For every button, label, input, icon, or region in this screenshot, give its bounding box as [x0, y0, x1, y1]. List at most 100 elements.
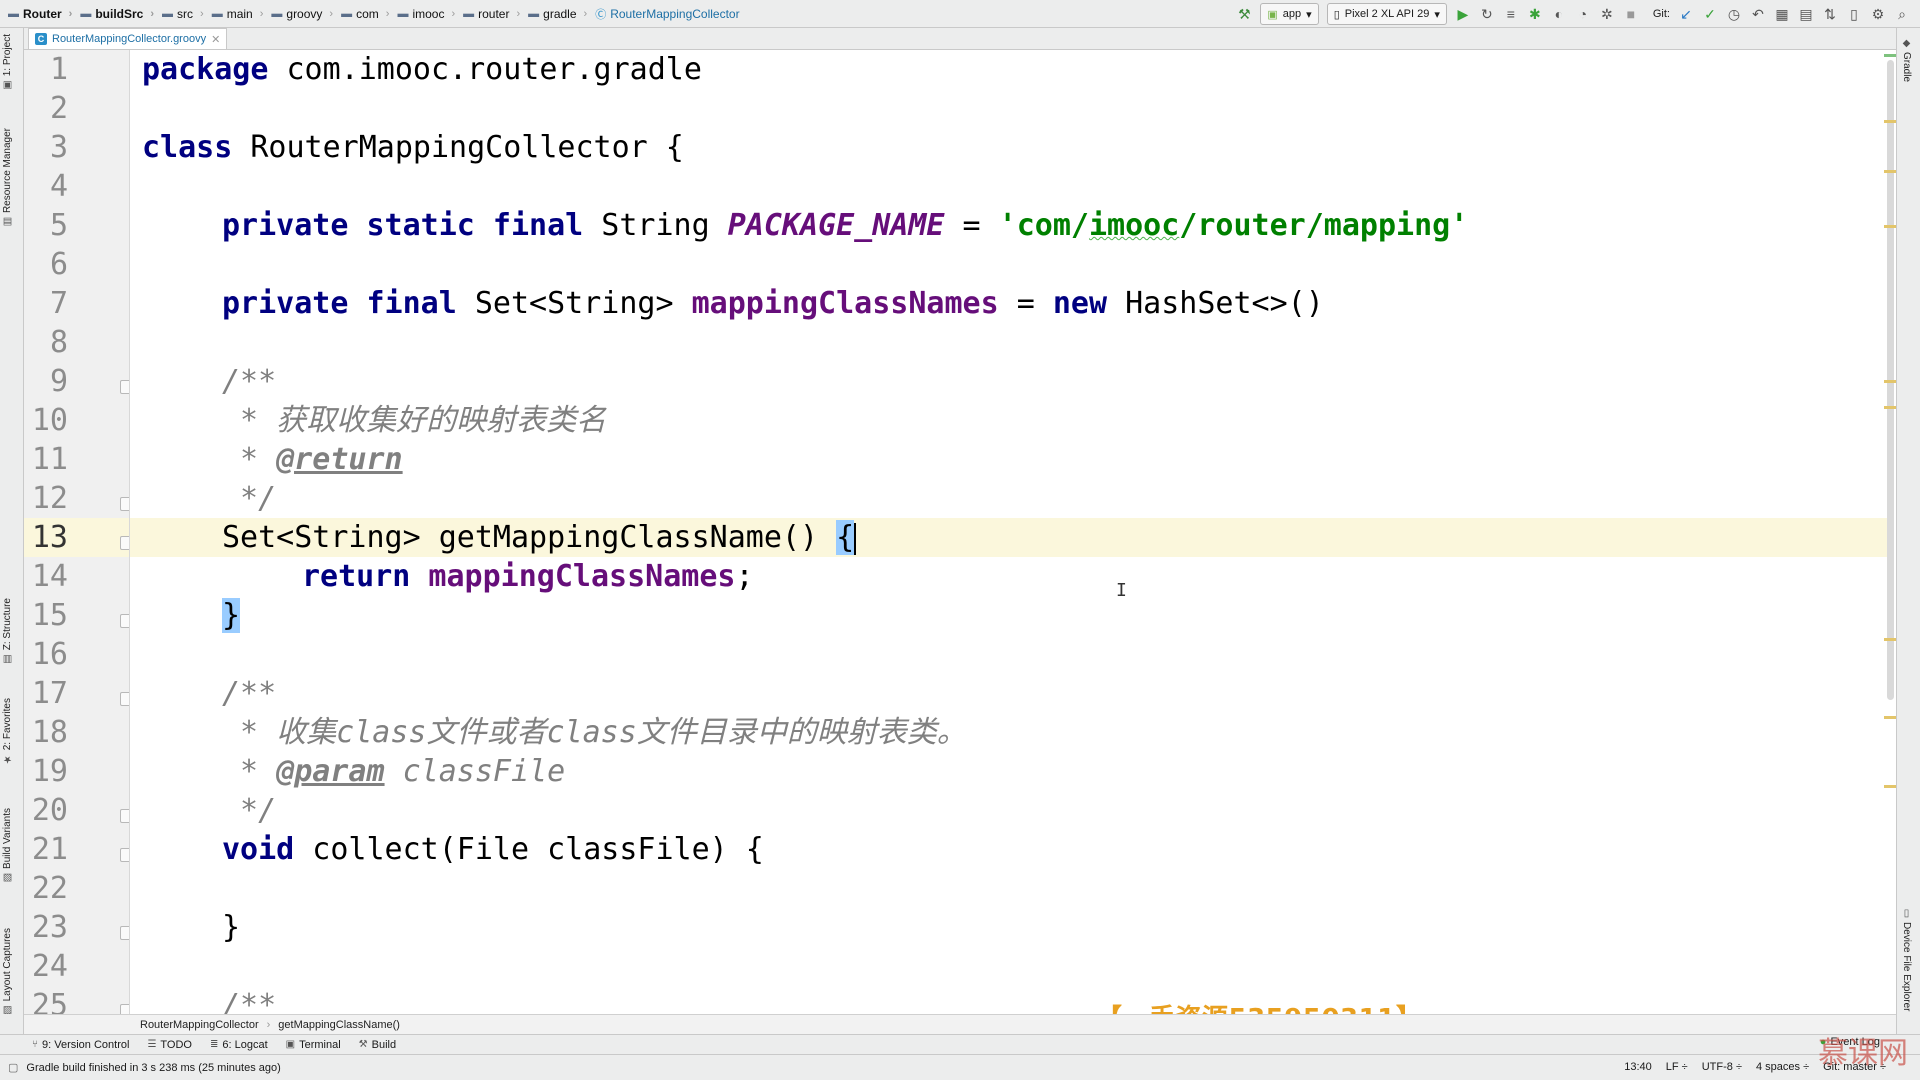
- todo-tool-tab[interactable]: ☰ TODO: [147, 1039, 192, 1051]
- brand-logo: 慕课网: [1818, 1036, 1908, 1071]
- tab-router-mapping-collector[interactable]: C RouterMappingCollector.groovy ✕: [28, 28, 228, 49]
- line-number: 22: [31, 871, 68, 906]
- apply-code-changes-icon[interactable]: ≡: [1499, 3, 1523, 25]
- editor-gutter[interactable]: 1 2 3 4 5 6 7 8 9 10 11 12 13 14 15 16 1…: [24, 50, 130, 1014]
- matched-brace: {: [836, 520, 855, 555]
- layout-captures-tool-tab[interactable]: ▨ Layout Captures: [2, 928, 13, 1015]
- right-tool-strip: ◆ Gradle ▯ Device File Explorer: [1896, 28, 1920, 1044]
- close-icon[interactable]: ✕: [211, 33, 220, 46]
- code-line: return mappingClassNames;: [302, 559, 754, 594]
- code-line: class RouterMappingCollector {: [142, 130, 684, 165]
- folder-icon: ▬: [162, 7, 174, 20]
- code-line: }: [222, 596, 241, 635]
- device-file-explorer-tool-tab[interactable]: ▯ Device File Explorer: [1901, 908, 1912, 1011]
- fold-marker[interactable]: [120, 926, 129, 940]
- gradle-tool-tab[interactable]: ◆ Gradle: [1901, 38, 1912, 82]
- fold-marker[interactable]: [120, 848, 129, 862]
- line-number: 3: [49, 130, 68, 165]
- structure-tool-tab[interactable]: ▥ Z: Structure: [2, 598, 13, 664]
- indent-setting[interactable]: 4 spaces ÷: [1756, 1061, 1809, 1073]
- profile-icon[interactable]: ◔: [1571, 3, 1595, 25]
- search-icon[interactable]: ⌕: [1890, 3, 1914, 25]
- breadcrumb-item[interactable]: ▬ main ›: [204, 7, 264, 21]
- sdk-manager-icon[interactable]: ▤: [1794, 3, 1818, 25]
- breadcrumb-item[interactable]: ▬ imooc ›: [389, 7, 455, 21]
- groovy-file-icon: C: [35, 33, 47, 45]
- run-icon[interactable]: ▶: [1451, 3, 1475, 25]
- structure-crumb[interactable]: RouterMappingCollector: [140, 1019, 259, 1031]
- inspection-status-icon[interactable]: [1884, 54, 1896, 57]
- breadcrumb-item[interactable]: ▬ router ›: [455, 7, 520, 21]
- line-number: 5: [49, 208, 68, 243]
- device-manager-icon[interactable]: ⚙: [1866, 3, 1890, 25]
- status-message[interactable]: Gradle build finished in 3 s 238 ms (25 …: [26, 1062, 280, 1074]
- file-encoding[interactable]: UTF-8 ÷: [1702, 1061, 1742, 1073]
- breadcrumb-item-current[interactable]: Ⓒ RouterMappingCollector: [587, 6, 739, 22]
- breadcrumb-item[interactable]: ▬ src ›: [154, 7, 204, 21]
- project-tool-tab[interactable]: ▣ 1: Project: [2, 34, 13, 90]
- attach-debugger-icon[interactable]: ✲: [1595, 3, 1619, 25]
- line-number: 6: [49, 247, 68, 282]
- line-number: 18: [31, 715, 68, 750]
- breadcrumb-item[interactable]: ▬ Router ›: [0, 7, 72, 21]
- git-rollback-icon[interactable]: ↶: [1746, 3, 1770, 25]
- capture-icon: ▨: [2, 1004, 13, 1016]
- device-select[interactable]: ▯ Pixel 2 XL API 29 ▾: [1326, 3, 1447, 25]
- git-update-icon[interactable]: ↙: [1674, 3, 1698, 25]
- stripe-mark[interactable]: [1884, 170, 1896, 173]
- fold-marker[interactable]: [120, 1004, 129, 1014]
- breadcrumb-item[interactable]: ▬ gradle ›: [520, 7, 587, 21]
- stripe-mark[interactable]: [1884, 120, 1896, 123]
- breadcrumb-item[interactable]: ▬ buildSrc ›: [72, 7, 154, 21]
- code-line: */: [222, 481, 277, 516]
- version-control-tool-tab[interactable]: ⑂ 9: Version Control: [32, 1039, 129, 1051]
- git-commit-icon[interactable]: ✓: [1698, 3, 1722, 25]
- sync-gradle-icon[interactable]: ⇅: [1818, 3, 1842, 25]
- fold-marker[interactable]: [120, 536, 129, 550]
- structure-crumb[interactable]: getMappingClassName(): [278, 1019, 400, 1031]
- terminal-tool-tab[interactable]: ▣ Terminal: [286, 1039, 341, 1051]
- code-editor[interactable]: package com.imooc.router.gradle class Ro…: [130, 50, 1888, 1014]
- line-number: 16: [31, 637, 68, 672]
- fold-marker[interactable]: [120, 497, 129, 511]
- git-label: Git:: [1652, 8, 1670, 20]
- project-structure-icon[interactable]: ▦: [1770, 3, 1794, 25]
- status-panel-icon[interactable]: ▢: [8, 1061, 18, 1074]
- fold-marker[interactable]: [120, 692, 129, 706]
- stripe-mark[interactable]: [1884, 638, 1896, 641]
- hammer-icon[interactable]: ⚒: [1232, 3, 1256, 25]
- favorites-tool-tab[interactable]: ★ 2: Favorites: [2, 698, 13, 764]
- line-number: 1: [49, 52, 68, 87]
- fold-marker[interactable]: [120, 809, 129, 823]
- line-number: 2: [49, 91, 68, 126]
- breadcrumb-item[interactable]: ▬ com ›: [333, 7, 389, 21]
- stripe-mark[interactable]: [1884, 785, 1896, 788]
- debug-icon[interactable]: ✱: [1523, 3, 1547, 25]
- stop-icon[interactable]: ■: [1619, 3, 1643, 25]
- coverage-icon[interactable]: ◐: [1547, 3, 1571, 25]
- stripe-mark[interactable]: [1884, 406, 1896, 409]
- code-line: /**: [222, 988, 277, 1014]
- caret-position[interactable]: 13:40: [1624, 1061, 1652, 1073]
- logcat-icon: ≣: [209, 1039, 219, 1050]
- resource-manager-tool-tab[interactable]: ▤ Resource Manager: [2, 128, 13, 227]
- device-icon: ▯: [1901, 908, 1912, 919]
- logcat-tool-tab[interactable]: ≣ 6: Logcat: [210, 1039, 268, 1051]
- android-icon: ▣: [1267, 8, 1278, 21]
- git-history-icon[interactable]: ◷: [1722, 3, 1746, 25]
- breadcrumb-item[interactable]: ▬ groovy ›: [263, 7, 333, 21]
- build-tool-tab[interactable]: ⚒ Build: [359, 1039, 396, 1051]
- stripe-mark[interactable]: [1884, 716, 1896, 719]
- build-variants-tool-tab[interactable]: ▧ Build Variants: [2, 808, 13, 883]
- fold-marker[interactable]: [120, 614, 129, 628]
- apply-changes-icon[interactable]: ↻: [1475, 3, 1499, 25]
- avd-manager-icon[interactable]: ▯: [1842, 3, 1866, 25]
- folder-icon: ▬: [8, 7, 19, 20]
- fold-marker[interactable]: [120, 380, 129, 394]
- stripe-mark[interactable]: [1884, 380, 1896, 383]
- stripe-mark[interactable]: [1884, 225, 1896, 228]
- line-number: 25: [31, 988, 68, 1014]
- run-config-select[interactable]: ▣ app ▾: [1260, 3, 1319, 25]
- line-separator[interactable]: LF ÷: [1666, 1061, 1688, 1073]
- line-number: 23: [31, 910, 68, 945]
